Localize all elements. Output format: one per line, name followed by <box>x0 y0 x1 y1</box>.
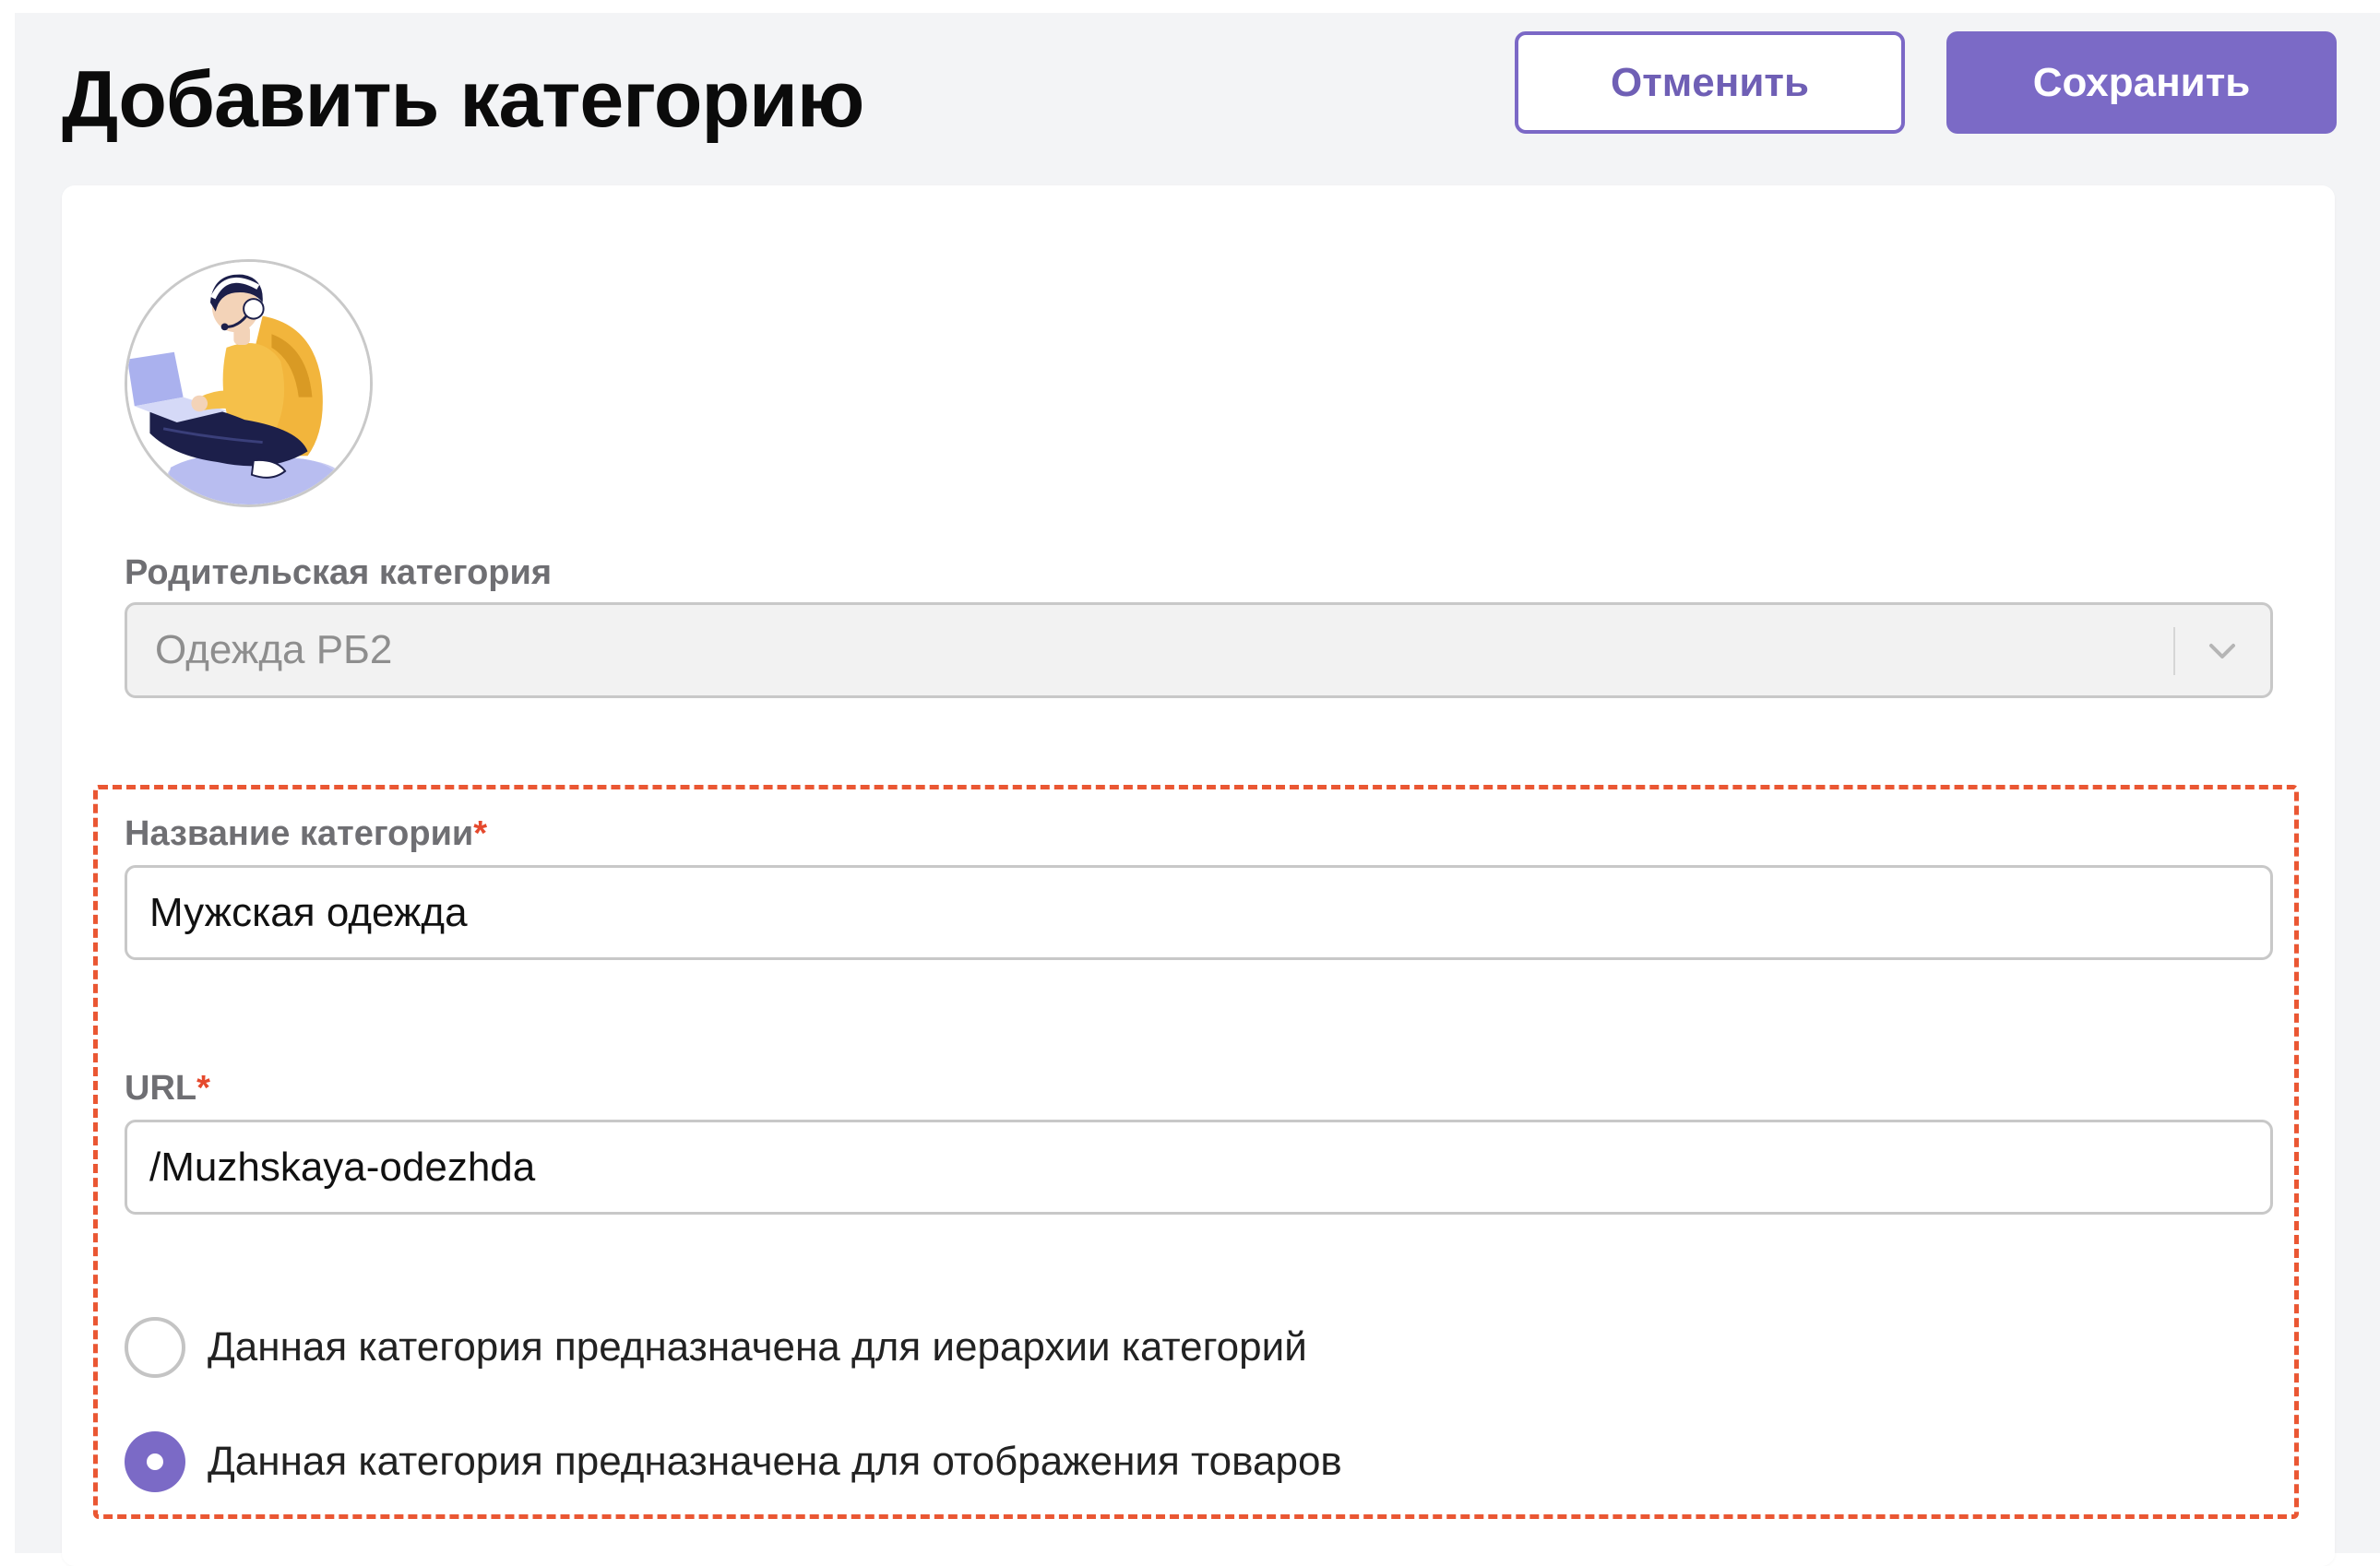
radio-option-hierarchy[interactable]: Данная категория предназначена для иерар… <box>125 1315 1307 1380</box>
cancel-button[interactable]: Отменить <box>1515 31 1905 134</box>
required-mark: * <box>196 1069 210 1108</box>
url-label: URL* <box>125 1067 210 1109</box>
url-input[interactable] <box>125 1120 2273 1215</box>
chevron-down-icon[interactable] <box>2206 635 2239 668</box>
radio-button-checked[interactable] <box>125 1431 185 1492</box>
category-name-label: Название категории* <box>125 813 487 855</box>
page-title: Добавить категорию <box>62 55 864 144</box>
parent-category-value: Одежда РБ2 <box>155 627 393 672</box>
radio-button-unchecked[interactable] <box>125 1317 185 1378</box>
parent-category-label: Родительская категория <box>125 553 553 592</box>
person-with-laptop-icon <box>127 262 370 504</box>
save-button[interactable]: Сохранить <box>1946 31 2337 134</box>
radio-option-products[interactable]: Данная категория предназначена для отобр… <box>125 1430 1342 1494</box>
page: Добавить категорию Отменить Сохранить Ро… <box>0 0 2380 1566</box>
radio-label-products: Данная категория предназначена для отобр… <box>208 1439 1342 1484</box>
radio-label-hierarchy: Данная категория предназначена для иерар… <box>208 1324 1307 1370</box>
category-name-input[interactable] <box>125 865 2273 960</box>
required-mark: * <box>473 814 488 853</box>
url-label-text: URL <box>125 1069 197 1108</box>
category-image-upload[interactable] <box>125 259 373 507</box>
parent-category-select[interactable]: Одежда РБ2 <box>125 602 2273 698</box>
radio-dot <box>147 1453 163 1470</box>
category-name-label-text: Название категории <box>125 814 474 853</box>
select-divider <box>2173 627 2175 675</box>
